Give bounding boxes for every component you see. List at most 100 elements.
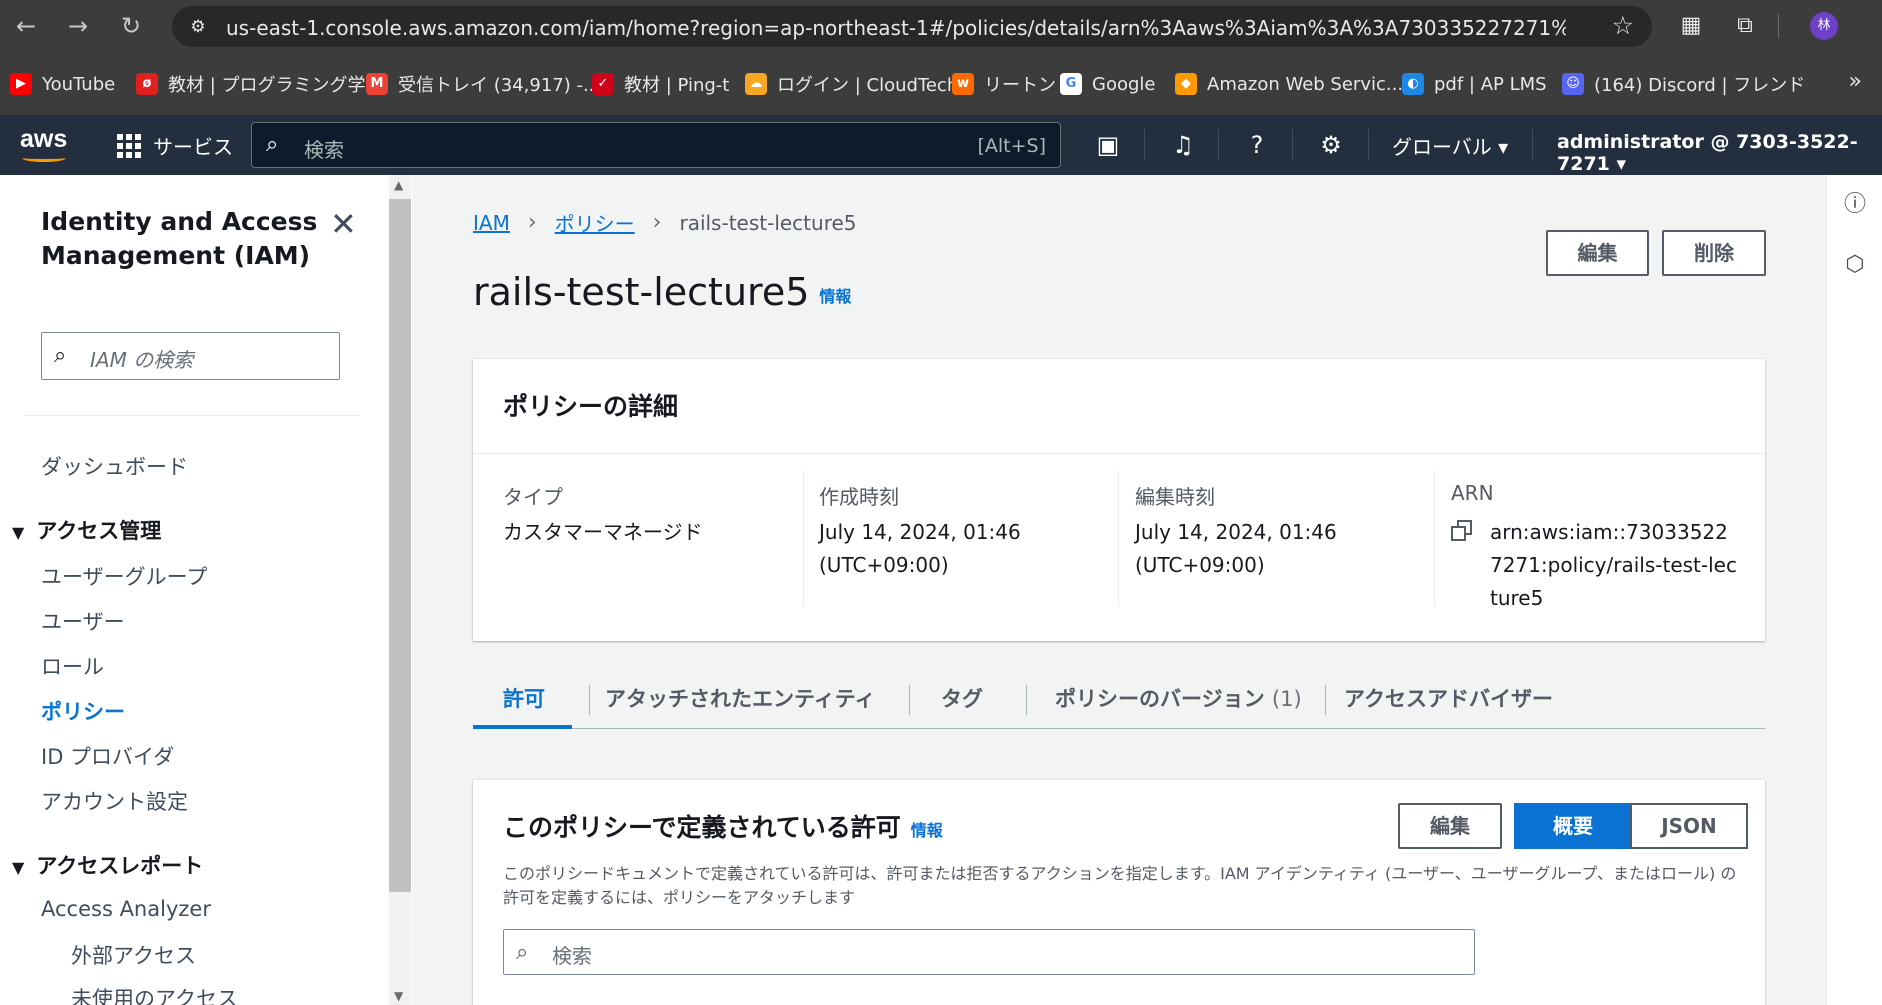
- view-mode-controls: 編集 概要 JSON: [1398, 803, 1748, 849]
- delete-button[interactable]: 削除: [1662, 230, 1766, 276]
- reload-icon[interactable]: ↻: [117, 12, 145, 40]
- sidebar-scrollbar[interactable]: ▲ ▼: [389, 175, 411, 1005]
- sidebar-item-user-groups[interactable]: ユーザーグループ: [41, 561, 207, 591]
- column-divider: [803, 471, 804, 607]
- aws-smile-icon: [22, 154, 66, 162]
- sidebar-item-external-access[interactable]: 外部アクセス: [71, 940, 196, 970]
- search-icon: ⌕: [516, 940, 529, 965]
- qr-code-icon[interactable]: ▦: [1676, 11, 1706, 41]
- tab-separator: [589, 685, 590, 715]
- card-title: ポリシーの詳細: [503, 392, 679, 421]
- hexagon-icon[interactable]: ⬡: [1841, 251, 1869, 279]
- notifications-bell-icon[interactable]: ♫: [1165, 127, 1201, 163]
- bookmarks-bar: ▶ YouTube ø 教材 | プログラミング学... M 受信トレイ (34,91…: [0, 53, 1882, 115]
- permissions-description: このポリシードキュメントで定義されている許可は、許可または拒否するアクションを指…: [503, 864, 1737, 907]
- info-panel-icon[interactable]: ⓘ: [1841, 191, 1869, 219]
- breadcrumb-iam[interactable]: IAM: [473, 211, 510, 235]
- tab-separator: [1026, 685, 1027, 715]
- scrollbar-thumb[interactable]: [389, 199, 411, 892]
- account-menu[interactable]: administrator @ 7303-3522-7271 ▾: [1557, 131, 1882, 175]
- discord-icon: ☺: [1562, 73, 1584, 95]
- iam-search-input[interactable]: ⌕ IAM の検索: [41, 332, 340, 380]
- column-divider: [1118, 471, 1119, 607]
- sidebar-section-access-management[interactable]: ▼ アクセス管理: [12, 515, 161, 545]
- toolbar-divider: [1778, 14, 1779, 38]
- sidebar-item-access-analyzer[interactable]: Access Analyzer: [41, 897, 211, 921]
- bookmark-item[interactable]: ø 教材 | プログラミング学...: [136, 71, 383, 97]
- google-icon: G: [1060, 73, 1082, 95]
- extensions-icon[interactable]: ⧉: [1730, 11, 1760, 41]
- breadcrumb-current: rails-test-lecture5: [679, 210, 857, 235]
- bookmark-item[interactable]: ◆ Amazon Web Servic...: [1175, 71, 1403, 97]
- profile-avatar[interactable]: 林: [1810, 12, 1838, 40]
- bookmark-item[interactable]: w リートン: [952, 71, 1056, 97]
- chevron-right-icon: ›: [527, 210, 537, 235]
- tools-rail: ⓘ ⬡: [1826, 175, 1882, 1005]
- policy-tabs: 許可 アタッチされたエンティティ タグ ポリシーのバージョン (1) アクセスア…: [473, 669, 1765, 729]
- close-icon[interactable]: ✕: [330, 205, 357, 243]
- sidebar-divider: [24, 415, 358, 416]
- policy-details-card: ポリシーの詳細 タイプ カスタマーマネージド 作成時刻 July 14, 202…: [473, 359, 1765, 641]
- back-arrow-icon[interactable]: ←: [12, 12, 40, 40]
- console-search-input[interactable]: ⌕ 検索 [Alt+S]: [251, 122, 1061, 168]
- sidebar-item-users[interactable]: ユーザー: [41, 606, 125, 636]
- sidebar-section-access-reports[interactable]: ▼ アクセスレポート: [12, 850, 203, 880]
- browser-toolbar: ← → ↻ ⚙ us-east-1.console.aws.amazon.com…: [0, 0, 1882, 53]
- aws-bookmark-icon: ◆: [1175, 73, 1197, 95]
- help-icon[interactable]: ?: [1239, 127, 1275, 163]
- bookmark-item[interactable]: ◐ pdf | AP LMS: [1402, 71, 1547, 97]
- column-divider: [1434, 471, 1435, 607]
- scroll-down-icon[interactable]: ▼: [394, 989, 403, 1003]
- bookmarks-overflow-icon[interactable]: »: [1849, 69, 1862, 94]
- bookmark-item[interactable]: ▶ YouTube: [10, 71, 115, 97]
- region-selector[interactable]: グローバル ▾: [1392, 131, 1508, 160]
- sidebar-item-account-settings[interactable]: アカウント設定: [41, 786, 188, 816]
- tab-attached-entities[interactable]: アタッチされたエンティティ: [605, 669, 875, 729]
- cloudshell-icon[interactable]: ▣: [1090, 127, 1126, 163]
- info-link[interactable]: 情報: [911, 821, 943, 840]
- address-bar[interactable]: ⚙ us-east-1.console.aws.amazon.com/iam/h…: [172, 6, 1652, 47]
- permissions-title: このポリシーで定義されている許可: [503, 813, 901, 842]
- sidebar-item-dashboard[interactable]: ダッシュボード: [41, 451, 188, 481]
- sidebar-item-policies[interactable]: ポリシー: [41, 696, 125, 726]
- scroll-up-icon[interactable]: ▲: [394, 178, 403, 192]
- search-shortcut: [Alt+S]: [977, 135, 1046, 157]
- iam-sidebar: Identity and Access Management (IAM) ✕ ⌕…: [0, 175, 411, 1005]
- aws-logo[interactable]: aws: [20, 125, 70, 165]
- services-menu-button[interactable]: サービス: [117, 131, 233, 160]
- sidebar-item-roles[interactable]: ロール: [41, 651, 104, 681]
- summary-toggle[interactable]: 概要: [1514, 803, 1632, 849]
- forward-arrow-icon[interactable]: →: [64, 12, 92, 40]
- bookmark-item[interactable]: M 受信トレイ (34,917) -...: [366, 71, 600, 97]
- bookmark-item[interactable]: G Google: [1060, 71, 1155, 97]
- bookmark-item[interactable]: ✓ 教材 | Ping-t: [592, 71, 729, 97]
- permissions-search-input[interactable]: ⌕ 検索: [503, 929, 1475, 975]
- cloudtech-icon: ☁: [745, 73, 767, 95]
- youtube-icon: ▶: [10, 73, 32, 95]
- caret-down-icon: ▼: [12, 523, 25, 542]
- info-link[interactable]: 情報: [819, 287, 851, 306]
- progate-icon: ø: [136, 73, 158, 95]
- bookmark-item[interactable]: ☁ ログイン | CloudTech: [745, 71, 958, 97]
- sidebar-item-identity-providers[interactable]: ID プロバイダ: [41, 741, 174, 771]
- tab-tags[interactable]: タグ: [941, 669, 983, 729]
- grid-icon: [117, 133, 141, 158]
- json-toggle[interactable]: JSON: [1630, 803, 1748, 849]
- bookmark-star-icon[interactable]: ☆: [1612, 11, 1634, 40]
- permissions-edit-button[interactable]: 編集: [1398, 803, 1502, 849]
- url-text[interactable]: us-east-1.console.aws.amazon.com/iam/hom…: [226, 16, 1566, 40]
- tab-policy-versions[interactable]: ポリシーのバージョン (1): [1055, 669, 1302, 729]
- page-title-row: rails-test-lecture5 情報: [473, 270, 851, 314]
- copy-icon[interactable]: [1451, 520, 1473, 542]
- card-header: ポリシーの詳細: [473, 359, 1765, 454]
- site-settings-icon[interactable]: ⚙: [186, 15, 210, 39]
- nav-divider: [1532, 129, 1533, 161]
- tab-permissions[interactable]: 許可: [503, 669, 545, 729]
- settings-gear-icon[interactable]: ⚙: [1313, 127, 1349, 163]
- bookmark-item[interactable]: ☺ (164) Discord | フレンド: [1562, 71, 1805, 97]
- breadcrumb-policies[interactable]: ポリシー: [555, 208, 635, 237]
- tab-access-advisor[interactable]: アクセスアドバイザー: [1344, 669, 1553, 729]
- chevron-right-icon: ›: [652, 210, 662, 235]
- edit-button[interactable]: 編集: [1546, 230, 1649, 276]
- sidebar-item-unused-access[interactable]: 未使用のアクセス: [71, 983, 238, 1005]
